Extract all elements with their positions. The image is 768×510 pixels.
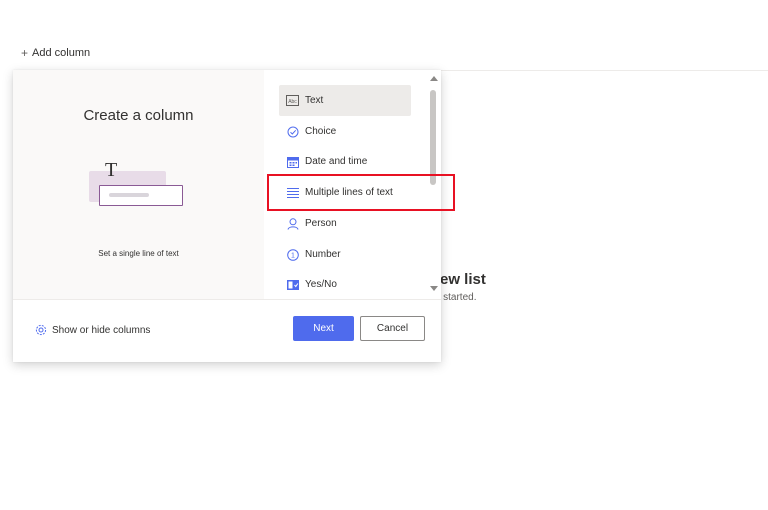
svg-text:1: 1 bbox=[291, 252, 295, 259]
cancel-button[interactable]: Cancel bbox=[360, 316, 425, 341]
column-type-list: Abc Text Choice Date and time Multiple l… bbox=[264, 70, 441, 299]
scroll-down-arrow-icon[interactable] bbox=[430, 286, 438, 291]
column-type-label: Date and time bbox=[305, 156, 368, 167]
column-type-person[interactable]: Person bbox=[279, 208, 411, 239]
column-type-label: Text bbox=[305, 95, 324, 106]
preview-description: Set a single line of text bbox=[98, 249, 179, 258]
scrollbar-thumb[interactable] bbox=[430, 90, 436, 185]
scroll-up-arrow-icon[interactable] bbox=[430, 76, 438, 81]
column-type-multiple-lines-of-text[interactable]: Multiple lines of text bbox=[279, 177, 411, 208]
next-button[interactable]: Next bbox=[293, 316, 354, 341]
add-column-button[interactable]: + Add column bbox=[21, 47, 90, 59]
column-type-label: Number bbox=[305, 249, 341, 260]
calendar-icon bbox=[286, 155, 299, 168]
gear-icon bbox=[35, 324, 47, 336]
column-type-number[interactable]: 1 Number bbox=[279, 239, 411, 270]
person-icon bbox=[286, 217, 299, 230]
number-icon: 1 bbox=[286, 248, 299, 261]
column-type-label: Multiple lines of text bbox=[305, 187, 393, 198]
text-box-icon: Abc bbox=[286, 94, 299, 107]
svg-text:Abc: Abc bbox=[288, 99, 297, 105]
show-hide-label: Show or hide columns bbox=[52, 324, 151, 336]
multiline-text-icon bbox=[286, 186, 299, 199]
text-column-illustration: T bbox=[89, 159, 185, 215]
show-hide-columns-link[interactable]: Show or hide columns bbox=[35, 324, 150, 336]
column-type-label: Yes/No bbox=[305, 279, 337, 290]
column-type-date-and-time[interactable]: Date and time bbox=[279, 146, 411, 177]
create-column-panel: Create a column T Set a single line of t… bbox=[13, 70, 441, 362]
panel-title: Create a column bbox=[83, 107, 194, 124]
column-type-label: Person bbox=[305, 218, 337, 229]
add-column-label: Add column bbox=[32, 47, 91, 59]
yes-no-toggle-icon bbox=[286, 278, 299, 291]
column-preview-pane: Create a column T Set a single line of t… bbox=[13, 70, 264, 299]
empty-list-title: ew list bbox=[440, 271, 486, 288]
column-type-yes-no[interactable]: Yes/No bbox=[279, 269, 411, 300]
footer-divider bbox=[13, 299, 441, 300]
column-type-choice[interactable]: Choice bbox=[279, 116, 411, 147]
choice-check-icon bbox=[286, 125, 299, 138]
column-type-text[interactable]: Abc Text bbox=[279, 85, 411, 116]
column-type-label: Choice bbox=[305, 126, 337, 137]
plus-icon: + bbox=[21, 46, 29, 60]
